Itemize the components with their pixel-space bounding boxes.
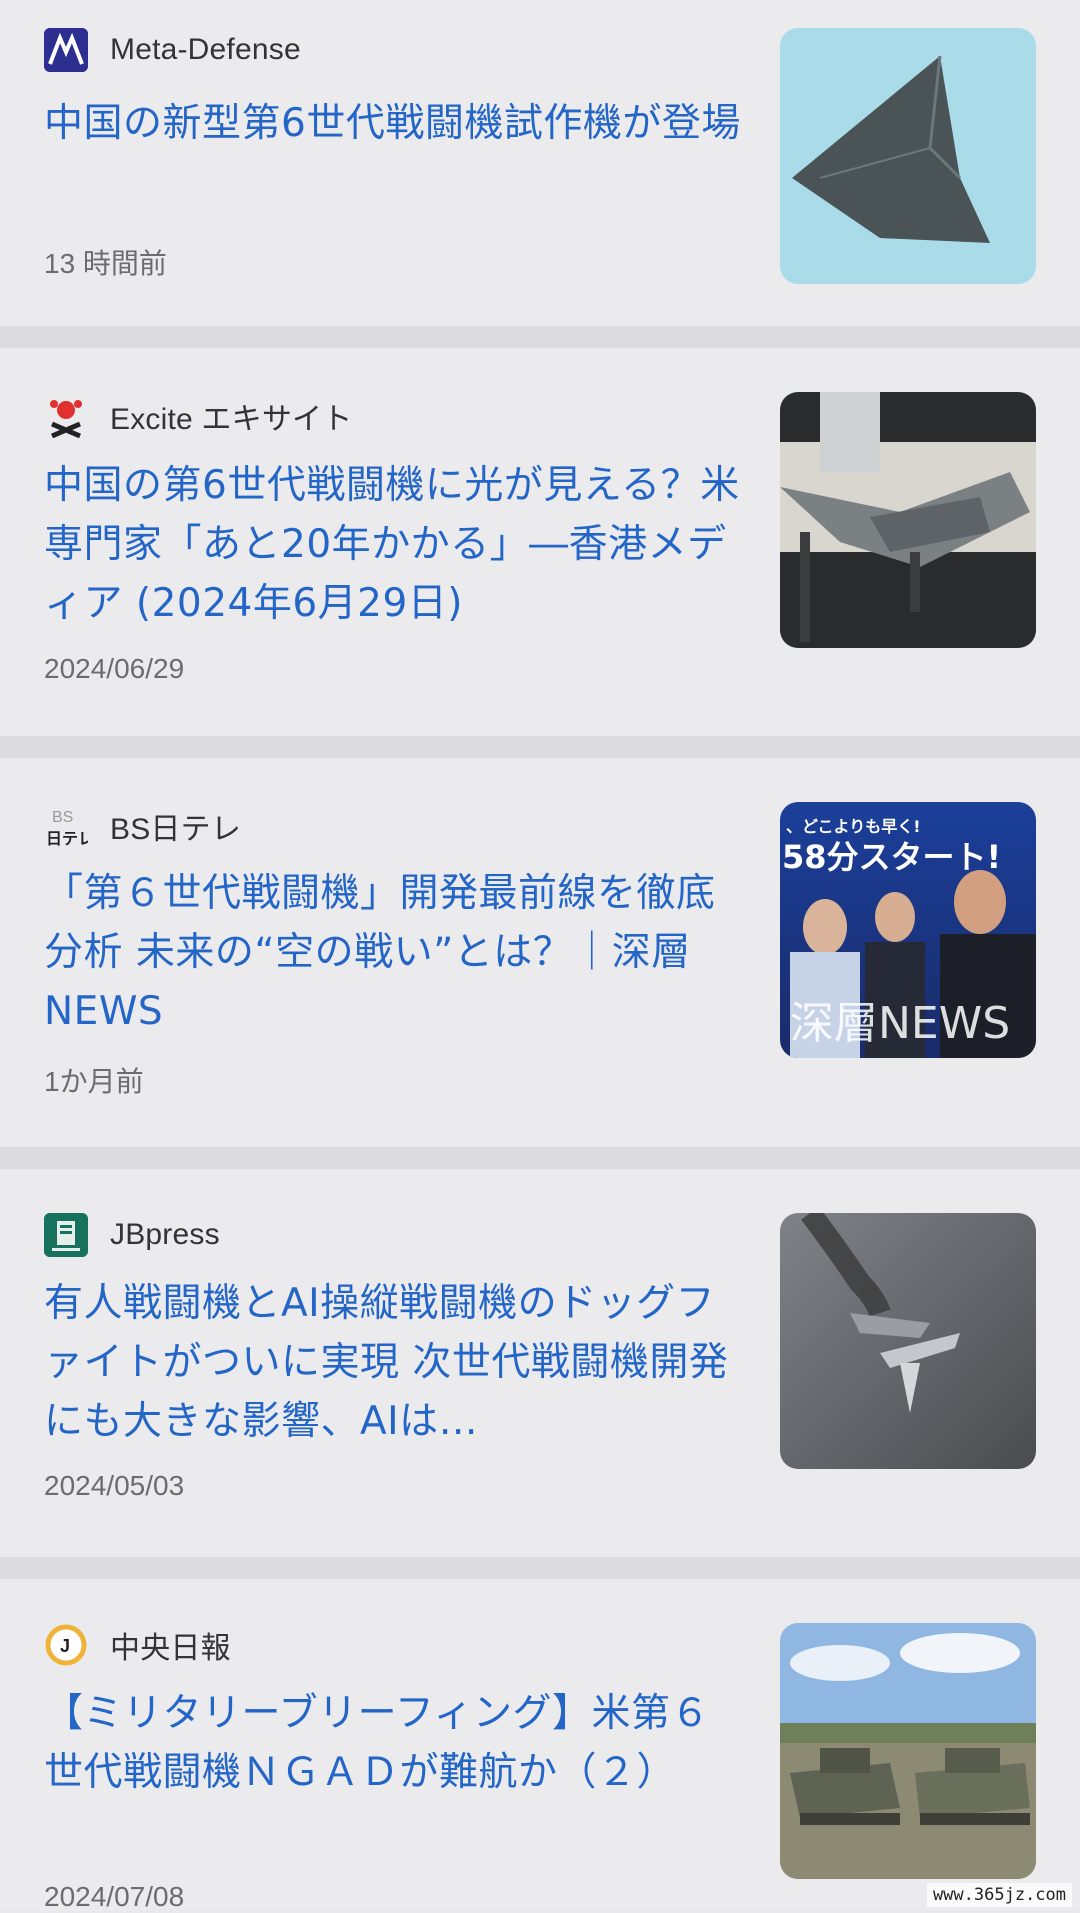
stealth-jet-thumbnail[interactable] (780, 28, 1036, 284)
article-source-4: JBpress (44, 1213, 220, 1257)
article-headline[interactable]: 中国の第6世代戦闘機に光が見える？米専門家「あと20年かかる」―香港メディア (… (44, 456, 744, 633)
thumb-text-bottom: 深層NEWS (790, 998, 1010, 1049)
excite-logo-icon (44, 394, 88, 438)
divider (0, 326, 1080, 348)
article-source-1: Meta-Defense (44, 28, 301, 72)
article-source-3: BS 日テレ BS日テレ (44, 804, 241, 848)
article-headline[interactable]: 中国の新型第6世代戦闘機試作機が登場 (44, 94, 744, 153)
joongang-logo-icon: J (44, 1623, 88, 1667)
article-time: 13 時間前 (44, 248, 167, 279)
article-time: 2024/07/08 (44, 1881, 185, 1912)
fighter-model-thumbnail[interactable] (780, 392, 1036, 648)
divider (0, 736, 1080, 758)
svg-text:日テレ: 日テレ (46, 830, 88, 848)
source-name: BS日テレ (110, 813, 242, 846)
article-card-1[interactable]: Meta-Defense 中国の新型第6世代戦闘機試作機が登場 13 時間前 (0, 0, 1080, 326)
source-name: Excite エキサイト (110, 403, 353, 436)
divider (0, 1557, 1080, 1579)
news-anchors-thumbnail[interactable]: 、どこよりも早く! 58分スタート! 深層NEWS (780, 802, 1036, 1058)
watermark-text: www.365jz.com (926, 1883, 1072, 1907)
svg-text:BS: BS (52, 809, 73, 826)
svg-text:J: J (60, 1636, 70, 1656)
source-name: JBpress (110, 1218, 220, 1251)
article-headline[interactable]: 【ミリタリーブリーフィング】米第６世代戦闘機ＮＧＡＤが難航か（２） (44, 1684, 744, 1802)
article-source-2: Excite エキサイト (44, 394, 352, 438)
dogfight-jets-thumbnail[interactable] (780, 1213, 1036, 1469)
article-card-4[interactable]: JBpress 有人戦闘機とAI操縦戦闘機のドッグファイトがついに実現 次世代戦… (0, 1169, 1080, 1557)
tanks-field-thumbnail[interactable] (780, 1623, 1036, 1879)
thumb-text-top: 、どこよりも早く! (786, 817, 921, 836)
article-card-5[interactable]: J 中央日報 【ミリタリーブリーフィング】米第６世代戦闘機ＮＧＡＤが難航か（２）… (0, 1579, 1080, 1912)
article-time: 2024/06/29 (44, 653, 185, 684)
divider (0, 1147, 1080, 1169)
bs-nittele-logo-icon: BS 日テレ (44, 804, 88, 848)
article-time: 1か月前 (44, 1066, 144, 1097)
meta-defense-logo-icon (44, 28, 88, 72)
jbpress-logo-icon (44, 1213, 88, 1257)
article-card-3[interactable]: BS 日テレ BS日テレ 「第６世代戦闘機」開発最前線を徹底分析 未来の“空の戦… (0, 758, 1080, 1147)
source-name: 中央日報 (110, 1632, 231, 1665)
thumb-text-mid: 58分スタート! (782, 838, 1001, 876)
article-headline[interactable]: 「第６世代戦闘機」開発最前線を徹底分析 未来の“空の戦い”とは？｜深層NEWS (44, 864, 744, 1041)
article-headline[interactable]: 有人戦闘機とAI操縦戦闘機のドッグファイトがついに実現 次世代戦闘機開発にも大き… (44, 1274, 744, 1451)
article-source-5: J 中央日報 (44, 1623, 231, 1667)
article-time: 2024/05/03 (44, 1470, 185, 1501)
source-name: Meta-Defense (110, 33, 301, 66)
article-card-2[interactable]: Excite エキサイト 中国の第6世代戦闘機に光が見える？米専門家「あと20年… (0, 348, 1080, 736)
